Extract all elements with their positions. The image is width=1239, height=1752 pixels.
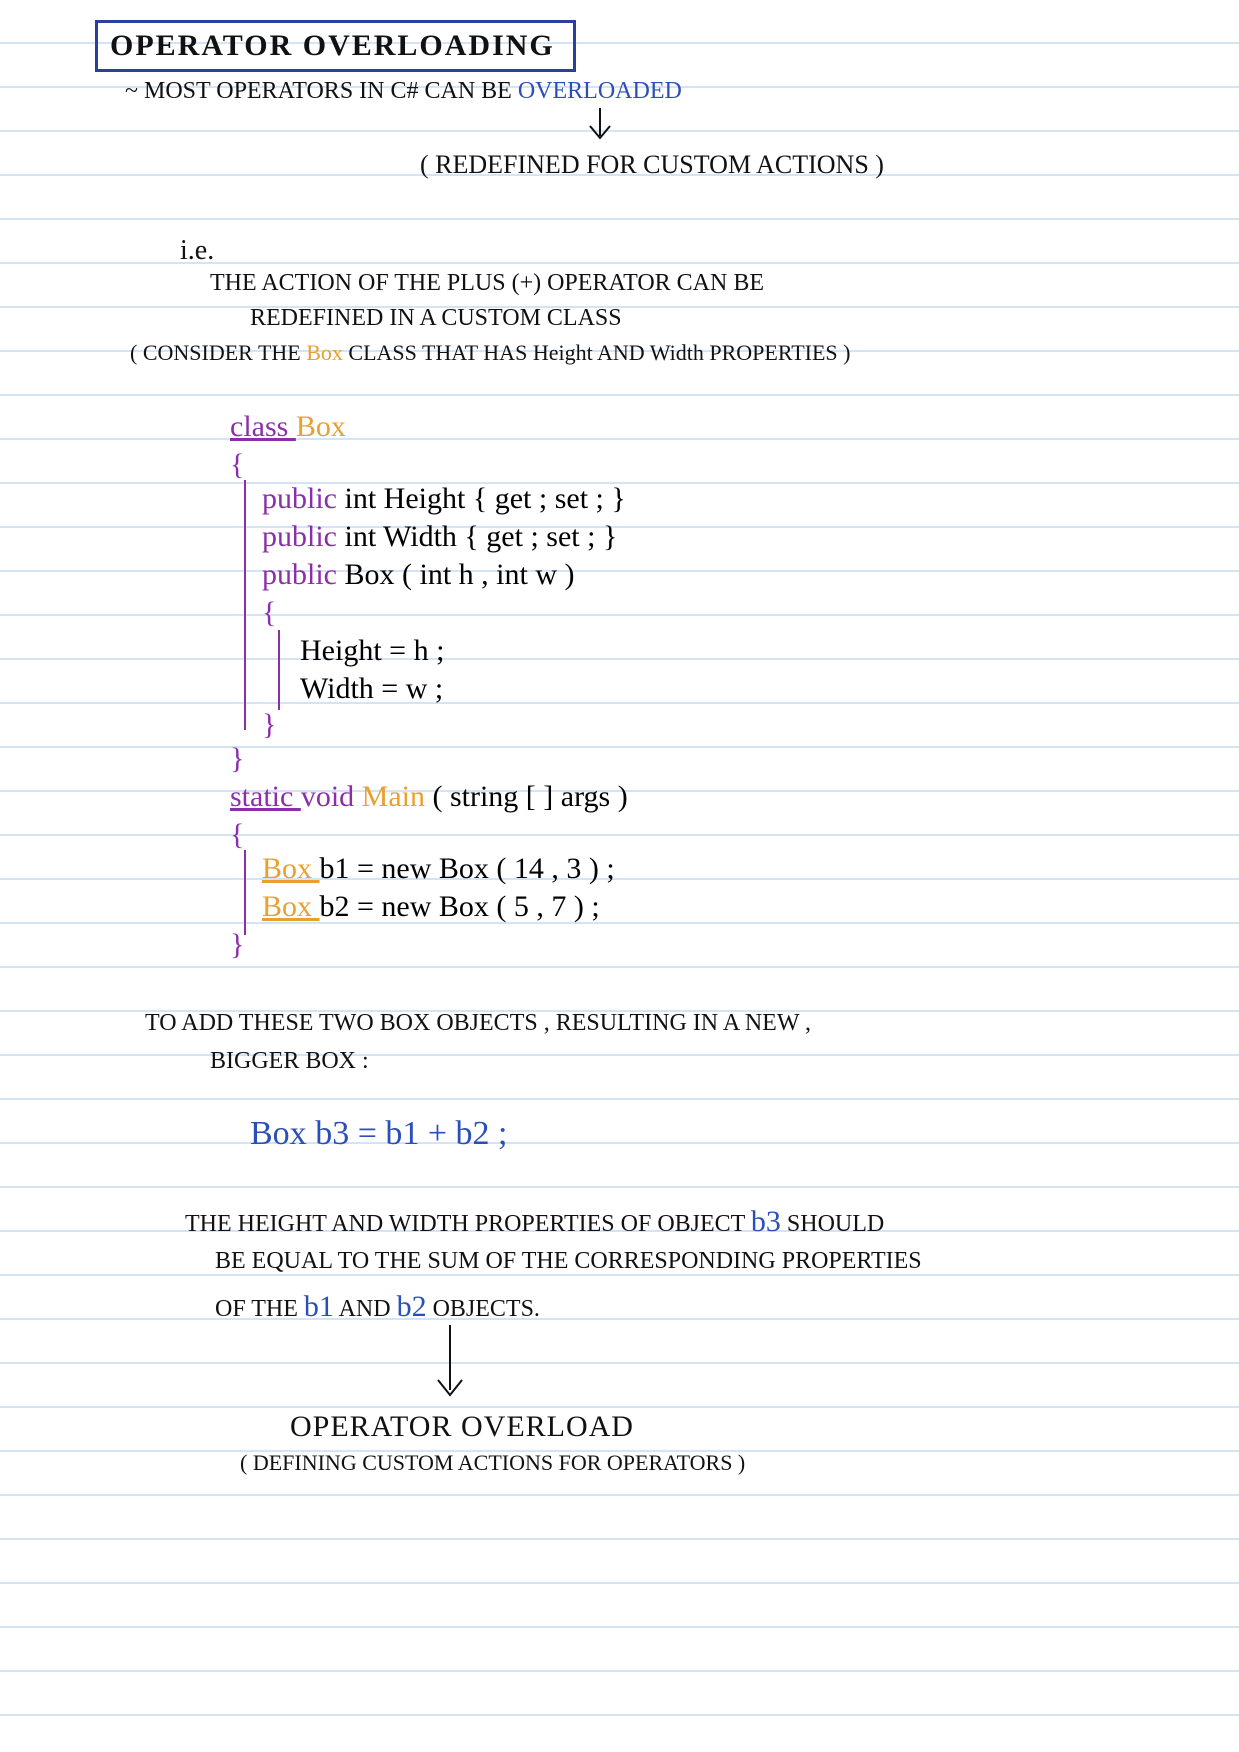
consider-line: ( CONSIDER THE Box CLASS THAT HAS Height… [130, 340, 850, 366]
code-public-3: public [262, 558, 345, 591]
code-brace-open-3: { [230, 818, 244, 852]
consider-height: Height [533, 340, 593, 365]
intro-line: ~ MOST OPERATORS IN C# CAN BE OVERLOADED [125, 78, 682, 105]
code-brace-open-1: { [230, 448, 244, 482]
arrow-down-icon [580, 108, 620, 148]
code-assign-h: Height = h ; [300, 634, 444, 668]
consider-mid: CLASS THAT HAS [343, 340, 533, 365]
code-class-name: Box [296, 410, 346, 443]
code-guide-2 [278, 630, 280, 710]
hw-pre: THE HEIGHT AND WIDTH PROPERTIES OF OBJEC… [185, 1211, 751, 1237]
title-text: OPERATOR OVERLOADING [110, 29, 555, 62]
code-class-line: class Box [230, 410, 346, 444]
hw-and: AND [334, 1296, 397, 1322]
code-guide-1 [244, 480, 246, 730]
code-public-1: public [262, 482, 345, 515]
intro-overloaded: OVERLOADED [518, 78, 682, 104]
hw-b2: b2 [397, 1290, 427, 1323]
code-height-prop: public int Height { get ; set ; } [262, 482, 626, 516]
b3-rest: b3 = b1 + b2 ; [315, 1115, 507, 1152]
operator-overload-sub: ( DEFINING CUSTOM ACTIONS FOR OPERATORS … [240, 1450, 745, 1476]
consider-post: PROPERTIES ) [704, 340, 851, 365]
ie-line1: THE ACTION OF THE PLUS (+) OPERATOR CAN … [210, 270, 764, 297]
code-brace-close-3: } [230, 928, 244, 962]
code-main-line: static void Main ( string [ ] args ) [230, 780, 628, 814]
hw-line1: THE HEIGHT AND WIDTH PROPERTIES OF OBJEC… [185, 1205, 884, 1239]
code-width-rest: int Width { get ; set ; } [345, 520, 618, 553]
code-height-rest: int Height { get ; set ; } [345, 482, 626, 515]
code-ctor-rest: Box ( int h , int w ) [345, 558, 575, 591]
add-line1: TO ADD THESE TWO BOX OBJECTS , RESULTING… [145, 1010, 811, 1037]
page-title: OPERATOR OVERLOADING [95, 20, 576, 72]
hw-b3: b3 [751, 1205, 781, 1238]
hw-post: SHOULD [781, 1211, 884, 1237]
intro-prefix: ~ MOST OPERATORS IN C# CAN BE [125, 78, 518, 104]
consider-width: Width [650, 340, 704, 365]
hw-b1: b1 [304, 1290, 334, 1323]
hw-line3-post: OBJECTS. [427, 1296, 540, 1322]
hw-line3-pre: OF THE [215, 1296, 304, 1322]
code-brace-open-2: { [262, 596, 276, 630]
code-brace-close-1: } [230, 742, 244, 776]
redefined-text: ( REDEFINED FOR CUSTOM ACTIONS ) [420, 150, 884, 180]
code-guide-3 [244, 850, 246, 935]
code-b2-box: Box [262, 890, 320, 923]
consider-pre: ( CONSIDER THE [130, 340, 306, 365]
code-b1: Box b1 = new Box ( 14 , 3 ) ; [262, 852, 615, 886]
hw-line3: OF THE b1 AND b2 OBJECTS. [215, 1290, 540, 1324]
code-brace-close-2: } [262, 708, 276, 742]
arrow-down-icon-2 [430, 1325, 470, 1405]
ie-label: i.e. [180, 235, 214, 267]
b3-box: Box [250, 1115, 315, 1152]
code-b1-box: Box [262, 852, 320, 885]
code-b2-rest: b2 = new Box ( 5 , 7 ) ; [320, 890, 600, 923]
code-ctor: public Box ( int h , int w ) [262, 558, 575, 592]
code-b1-rest: b1 = new Box ( 14 , 3 ) ; [320, 852, 615, 885]
code-public-2: public [262, 520, 345, 553]
code-width-prop: public int Width { get ; set ; } [262, 520, 617, 554]
b3-expression: Box b3 = b1 + b2 ; [250, 1115, 507, 1153]
code-static-kw: static [230, 780, 301, 813]
code-assign-w: Width = w ; [300, 672, 443, 706]
code-b2: Box b2 = new Box ( 5 , 7 ) ; [262, 890, 600, 924]
code-class-kw: class [230, 410, 296, 443]
consider-and: AND [593, 340, 650, 365]
hw-line2: BE EQUAL TO THE SUM OF THE CORRESPONDING… [215, 1248, 922, 1275]
code-void-kw: void [301, 780, 362, 813]
code-main-args: ( string [ ] args ) [432, 780, 627, 813]
code-main-name: Main [362, 780, 433, 813]
add-line2: BIGGER BOX : [210, 1048, 369, 1075]
operator-overload-label: OPERATOR OVERLOAD [290, 1410, 634, 1444]
ie-line2: REDEFINED IN A CUSTOM CLASS [250, 305, 622, 332]
consider-box: Box [306, 340, 343, 365]
